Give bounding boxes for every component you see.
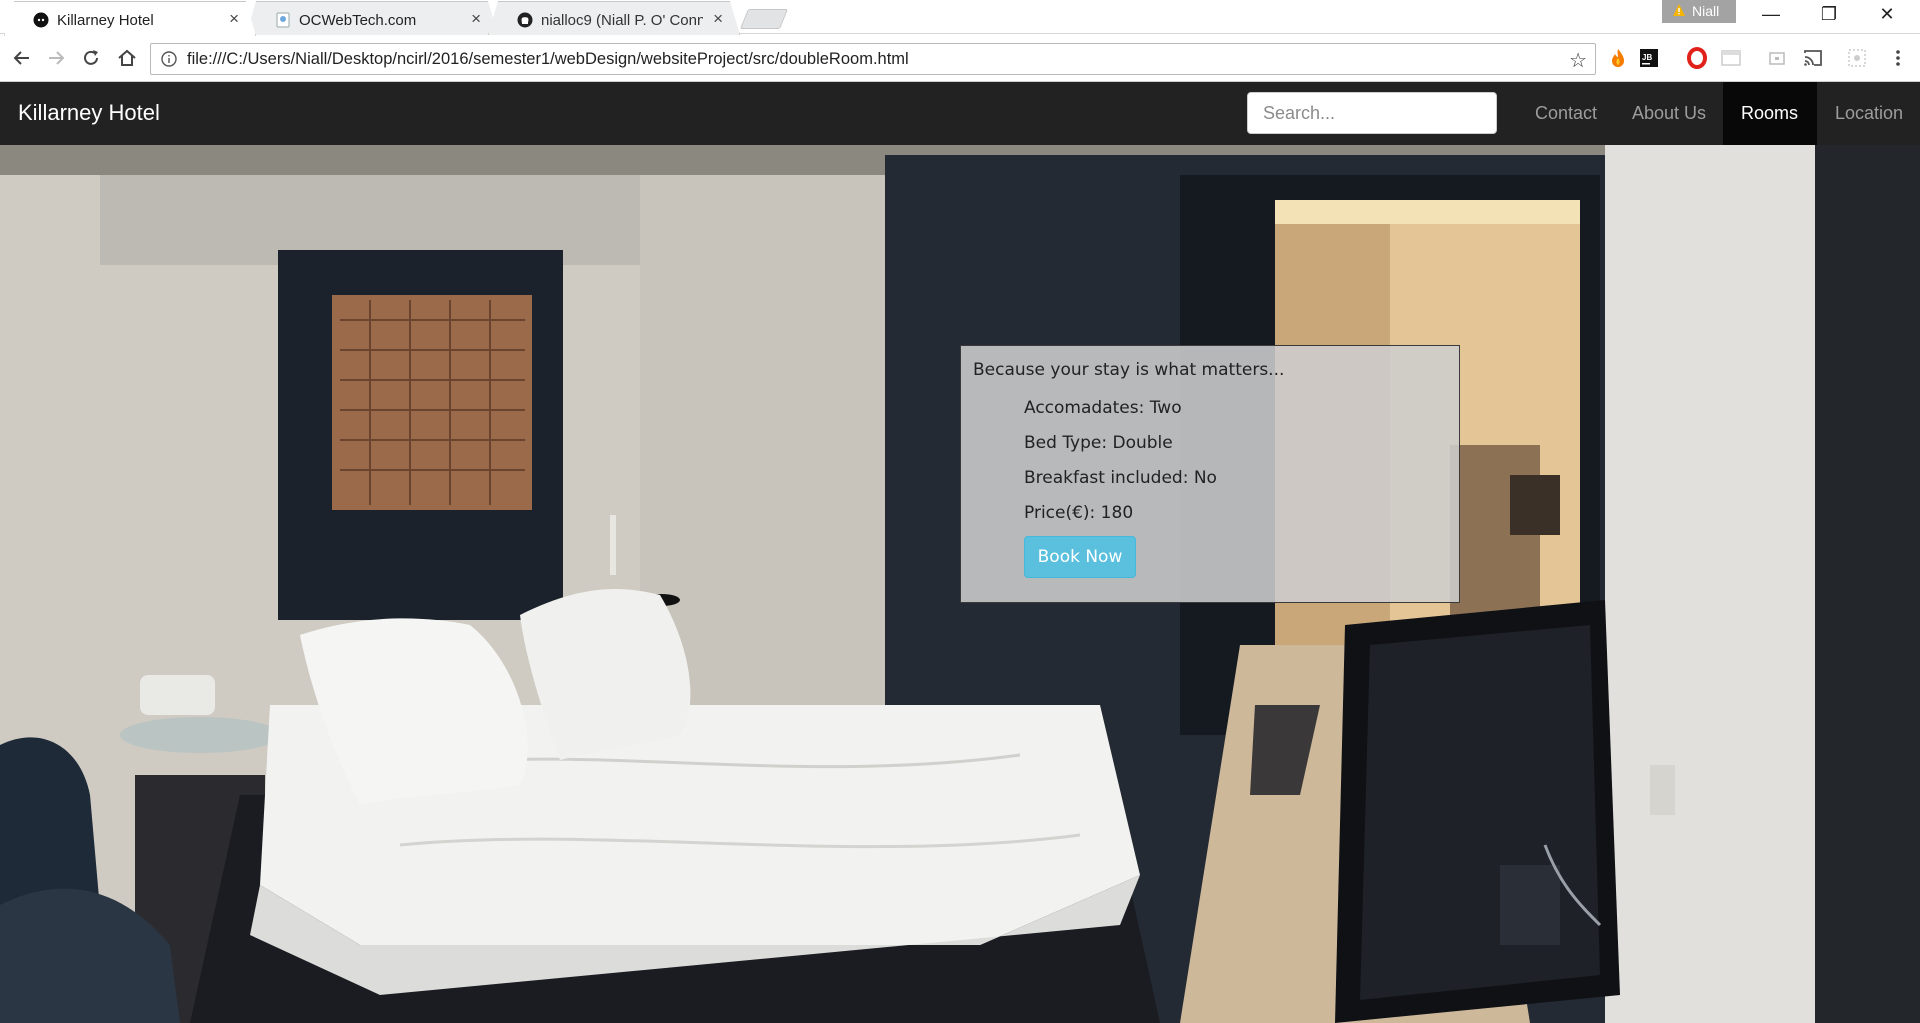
- profile-name: Niall: [1692, 3, 1720, 19]
- close-window-button[interactable]: ✕: [1864, 4, 1910, 25]
- room-detail-bed-type: Bed Type: Double: [1024, 433, 1173, 453]
- tab-ocwebtech[interactable]: OCWebTech.com ×: [246, 1, 498, 35]
- book-now-button[interactable]: Book Now: [1024, 536, 1136, 578]
- tab-close-icon[interactable]: ×: [471, 9, 481, 29]
- site-brand-link[interactable]: Killarney Hotel: [18, 100, 160, 126]
- site-navbar: Killarney Hotel Contact About Us Rooms L…: [0, 82, 1920, 145]
- tab-title: OCWebTech.com: [299, 12, 417, 29]
- fire-extension-icon[interactable]: [1607, 47, 1629, 69]
- nav-contact[interactable]: Contact: [1517, 82, 1615, 145]
- tab-close-icon[interactable]: ×: [713, 9, 723, 29]
- browser-menu-icon[interactable]: [1887, 47, 1909, 69]
- search-input[interactable]: [1247, 92, 1497, 134]
- tab-title: Killarney Hotel: [57, 12, 154, 29]
- tab-close-icon[interactable]: ×: [229, 9, 239, 29]
- home-icon[interactable]: [116, 47, 138, 69]
- jetbrains-extension-icon[interactable]: JB: [1638, 47, 1660, 69]
- nav-rooms[interactable]: Rooms: [1723, 82, 1817, 145]
- warning-icon: [1673, 4, 1685, 16]
- back-arrow-icon[interactable]: [11, 47, 33, 69]
- tab-title: nialloc9 (Niall P. O' Conn: [541, 12, 703, 29]
- room-tagline: Because your stay is what matters...: [973, 360, 1285, 380]
- room-detail-accommodates: Accomadates: Two: [1024, 398, 1182, 418]
- forward-arrow-icon[interactable]: [45, 47, 67, 69]
- browser-toolbar: file:///C:/Users/Niall/Desktop/ncirl/201…: [0, 35, 1920, 82]
- reload-icon[interactable]: [80, 47, 102, 69]
- svg-text:JB: JB: [1642, 53, 1652, 62]
- bookmark-star-icon[interactable]: ☆: [1569, 48, 1587, 73]
- site-favicon-icon: [33, 12, 49, 28]
- web-page: Killarney Hotel Contact About Us Rooms L…: [0, 82, 1920, 1023]
- window-extension-icon[interactable]: [1766, 47, 1788, 69]
- tab-killarney-hotel[interactable]: Killarney Hotel ×: [4, 1, 256, 36]
- grid-extension-icon[interactable]: [1720, 47, 1742, 69]
- site-info-icon[interactable]: [161, 51, 177, 67]
- github-icon: [517, 12, 533, 28]
- tab-github[interactable]: nialloc9 (Niall P. O' Conn ×: [488, 1, 740, 35]
- url-text: file:///C:/Users/Niall/Desktop/ncirl/201…: [187, 50, 909, 68]
- nav-location[interactable]: Location: [1817, 82, 1920, 145]
- address-bar[interactable]: file:///C:/Users/Niall/Desktop/ncirl/201…: [150, 43, 1596, 75]
- room-detail-price: Price(€): 180: [1024, 503, 1134, 523]
- new-tab-button[interactable]: [739, 9, 789, 29]
- browser-tab-strip: Killarney Hotel × OCWebTech.com × niallo…: [0, 0, 1920, 34]
- restore-button[interactable]: ❐: [1806, 4, 1852, 25]
- room-detail-breakfast: Breakfast included: No: [1024, 468, 1217, 488]
- cast-icon[interactable]: [1802, 47, 1824, 69]
- profile-button[interactable]: Niall: [1662, 0, 1736, 23]
- dotted-extension-icon[interactable]: [1846, 47, 1868, 69]
- opera-extension-icon[interactable]: [1686, 47, 1708, 69]
- page-favicon-icon: [275, 12, 291, 28]
- room-info-panel: Because your stay is what matters... Acc…: [960, 345, 1460, 603]
- room-hero-image: Because your stay is what matters... Acc…: [0, 145, 1920, 1023]
- nav-about-us[interactable]: About Us: [1614, 82, 1724, 145]
- minimize-button[interactable]: —: [1748, 4, 1794, 25]
